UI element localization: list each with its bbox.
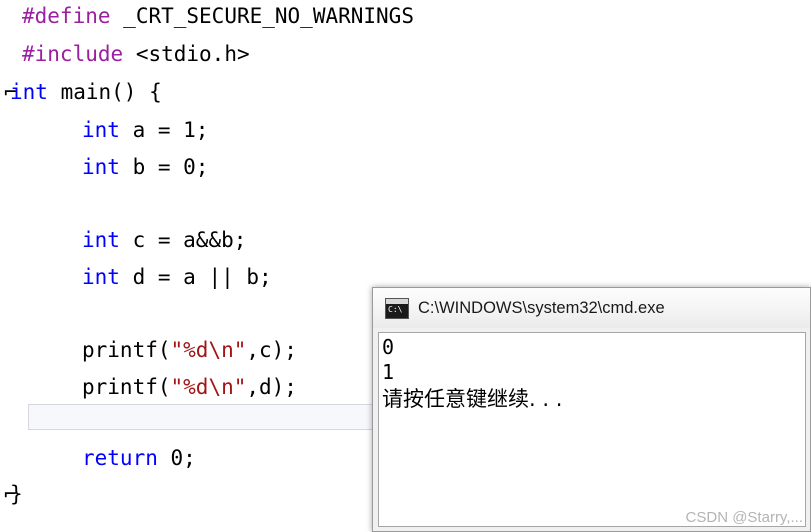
console-output-line: 1 [382,360,395,384]
code-line: int main() { [10,80,162,104]
code-line: int b = 0; [82,155,208,179]
console-output-area[interactable]: 0 1 请按任意键继续. . . [378,332,806,527]
code-token: a = 1; [119,118,209,142]
code-token: #define [22,4,111,28]
cmd-icon-label: C:\ [388,304,403,314]
code-token: int [82,265,120,289]
code-token: printf( [82,338,171,362]
code-token: <stdio.h> [135,42,250,66]
code-line: int d = a || b; [82,265,272,289]
code-token: main() { [47,80,162,104]
code-token: ,d); [246,375,297,399]
code-token: d = a || b; [119,265,272,289]
code-line: int c = a&&b; [82,228,246,252]
code-line: } [10,482,23,506]
console-output-line: 0 [382,335,395,359]
code-token: printf( [82,375,171,399]
code-token: int [10,80,48,104]
console-output-lines: 0 1 请按任意键继续. . . [382,335,805,413]
cmd-console-window[interactable]: C:\ C:\WINDOWS\system32\cmd.exe 0 1 请按任意键继… [372,287,811,532]
cmd-icon: C:\ [385,297,409,319]
code-token: return [82,446,158,470]
code-token: ,c); [246,338,297,362]
code-token: _CRT_SECURE_NO_WARNINGS [123,4,414,28]
code-token: "%d\n" [170,375,247,399]
code-token: #include [22,42,124,66]
code-token: int [82,118,120,142]
code-token: 0; [157,446,196,470]
code-line: return 0; [82,446,196,470]
code-token: b = 0; [119,155,209,179]
code-line: printf("%d\n",c); [82,338,297,362]
code-line: #include <stdio.h> [22,42,250,66]
console-title-text: C:\WINDOWS\system32\cmd.exe [418,298,665,317]
code-token: c = a&&b; [119,228,247,252]
console-title-bar[interactable]: C:\ C:\WINDOWS\system32\cmd.exe [373,288,810,328]
code-line: int a = 1; [82,118,208,142]
code-line: #define _CRT_SECURE_NO_WARNINGS [22,4,414,28]
code-token: } [10,482,23,506]
console-output-line: 请按任意键继续. . . [382,387,563,411]
code-token: int [82,228,120,252]
code-token: int [82,155,120,179]
watermark-text: CSDN @Starry,... [685,509,803,526]
code-token: "%d\n" [170,338,247,362]
code-line: printf("%d\n",d); [82,375,297,399]
